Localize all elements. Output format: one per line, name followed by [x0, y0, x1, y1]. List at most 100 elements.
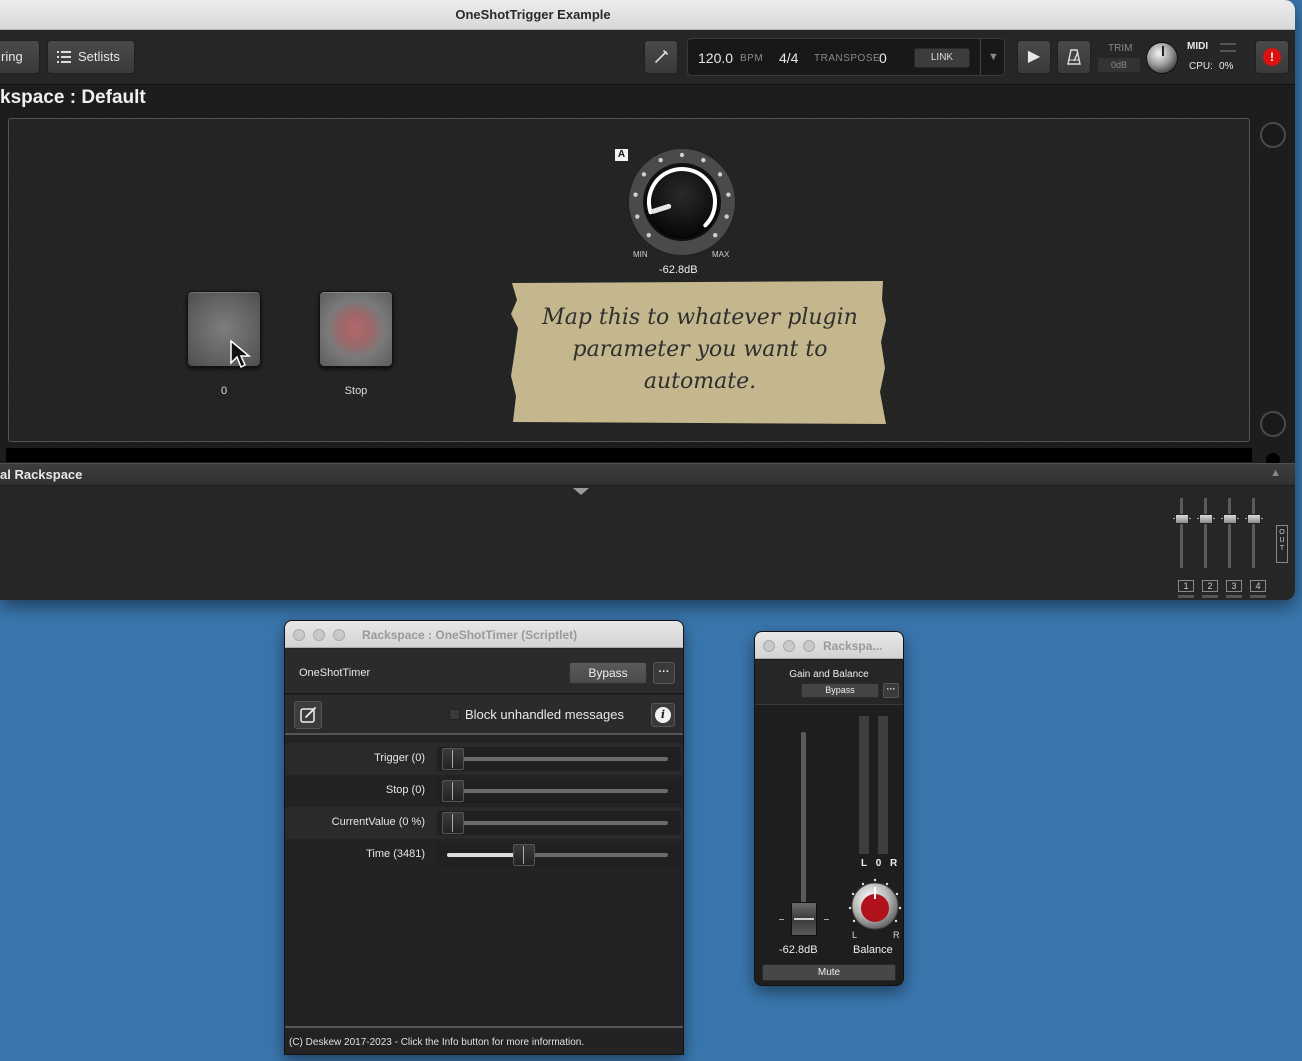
mute-button[interactable]: Mute	[762, 964, 896, 981]
edit-icon	[300, 707, 316, 723]
window-title: OneShotTrigger Example	[455, 7, 611, 22]
mouse-cursor-icon	[230, 339, 251, 369]
play-button[interactable]: ▶	[1017, 40, 1051, 74]
channel-fader[interactable]	[1196, 496, 1216, 572]
tempo-value[interactable]: 120.0	[698, 50, 733, 66]
more-options-button[interactable]: ···	[883, 683, 899, 698]
global-rackspace-bar[interactable]: al Rackspace ▲	[0, 463, 1295, 485]
scriptlet-title-bar[interactable]: Rackspace : OneShotTimer (Scriptlet)	[285, 621, 683, 648]
gain-balance-title-bar[interactable]: Rackspa...	[755, 632, 903, 659]
trim-value: 0dB	[1098, 58, 1140, 72]
slider-handle[interactable]	[513, 844, 536, 866]
note-text: Map this to whatever plugin parameter yo…	[542, 305, 858, 394]
master-volume-knob[interactable]	[1146, 42, 1178, 74]
parameter-label: Stop (0)	[385, 784, 425, 796]
scriptlet-footer: (C) Deskew 2017-2023 - Click the Info bu…	[285, 1026, 683, 1054]
wiring-button[interactable]: ring	[0, 40, 40, 74]
copyright-text: (C) Deskew 2017-2023 - Click the Info bu…	[289, 1037, 585, 1048]
chevron-up-icon[interactable]: ▲	[1270, 467, 1281, 479]
slider-handle[interactable]	[442, 812, 464, 834]
metronome-button[interactable]	[1057, 40, 1091, 74]
minimize-window-button[interactable]	[313, 629, 325, 641]
parameter-slider[interactable]	[437, 811, 681, 835]
block-unhandled-label[interactable]: Block unhandled messages	[465, 707, 624, 722]
slider-handle[interactable]	[442, 748, 464, 770]
scriptlet-window: Rackspace : OneShotTimer (Scriptlet) One…	[284, 620, 684, 1055]
parameter-slider[interactable]	[437, 779, 681, 803]
plugin-header: Gain and Balance Bypass ···	[755, 660, 903, 705]
parameter-row: Stop (0)	[285, 775, 683, 807]
more-options-button[interactable]: ···	[653, 662, 675, 684]
metronome-icon	[1067, 49, 1081, 65]
channel-fader[interactable]	[1172, 496, 1192, 572]
transpose-label: TRANSPOSE	[814, 53, 881, 64]
close-window-button[interactable]	[763, 640, 775, 652]
play-icon: ▶	[1027, 48, 1041, 65]
knob-max-label: MAX	[712, 250, 730, 259]
setlists-button-label: Setlists	[78, 49, 120, 64]
balance-knob[interactable]	[844, 875, 904, 937]
plugin-name: Gain and Balance	[789, 669, 869, 680]
level-meter-left	[859, 716, 869, 854]
level-meter-right	[878, 716, 888, 854]
toolbar: ring Setlists 120.0 BPM 4/4 TRANSPOSE 0 …	[0, 30, 1295, 85]
balance-label: Balance	[853, 944, 893, 956]
channel-fader[interactable]	[1244, 496, 1264, 572]
alert-icon: !	[1263, 48, 1281, 66]
link-button[interactable]: LINK	[914, 48, 970, 68]
tuning-fork-icon	[655, 50, 668, 63]
rack-screw-icon	[1260, 122, 1286, 148]
rack-screw-icon	[1260, 411, 1286, 437]
close-window-button[interactable]	[293, 629, 305, 641]
channel-indicator	[1250, 595, 1266, 598]
meter-lr-label: L 0 R	[861, 858, 901, 869]
stop-pad-label: Stop	[344, 385, 368, 397]
tempo-unit: BPM	[740, 53, 764, 64]
parameter-slider[interactable]	[437, 747, 681, 771]
transport-menu-button[interactable]: ▼	[980, 39, 1006, 75]
minimize-window-button[interactable]	[783, 640, 795, 652]
parameter-slider[interactable]	[437, 843, 681, 867]
global-rackspace-title: al Rackspace	[0, 467, 83, 482]
info-icon: i	[655, 707, 671, 723]
output-label: OUT	[1276, 525, 1288, 563]
transport-display: 120.0 BPM 4/4 TRANSPOSE 0 LINK ▼	[687, 38, 1005, 76]
channel-fader[interactable]	[1220, 496, 1240, 572]
gain-value: -62.8dB	[779, 944, 818, 956]
zoom-window-button[interactable]	[803, 640, 815, 652]
panic-button[interactable]: !	[1255, 40, 1289, 74]
gain-balance-window-title: Rackspa...	[823, 639, 883, 653]
edit-script-button[interactable]	[294, 701, 322, 729]
bypass-button[interactable]: Bypass	[569, 662, 647, 684]
parameter-label: Trigger (0)	[374, 752, 425, 764]
stop-pad-button[interactable]	[319, 291, 393, 367]
info-button[interactable]: i	[651, 703, 675, 727]
trim-label: TRIM	[1108, 43, 1133, 54]
fader-tick	[779, 919, 784, 920]
gain-knob[interactable]	[622, 144, 742, 258]
balance-left-label: L	[852, 930, 858, 940]
window-title-bar[interactable]: OneShotTrigger Example	[0, 0, 1295, 30]
channel-indicator	[1226, 595, 1242, 598]
rackspace-header: kspace : Default	[0, 86, 1295, 112]
gain-fader-handle[interactable]	[791, 902, 817, 936]
balance-right-label: R	[893, 930, 900, 940]
zoom-window-button[interactable]	[333, 629, 345, 641]
time-signature[interactable]: 4/4	[779, 50, 798, 66]
setlists-button[interactable]: Setlists	[47, 40, 135, 74]
midi-activity-indicator	[1220, 43, 1236, 52]
collapse-arrow-icon[interactable]	[573, 488, 589, 495]
bypass-button[interactable]: Bypass	[801, 683, 879, 698]
main-window: OneShotTrigger Example ring Setlists 120…	[0, 0, 1295, 600]
block-unhandled-checkbox[interactable]	[449, 709, 460, 720]
channel-number: 3	[1226, 580, 1242, 592]
transpose-value[interactable]: 0	[879, 50, 887, 66]
plugin-name: OneShotTimer	[299, 667, 371, 679]
parameter-row: Time (3481)	[285, 839, 683, 871]
trigger-pad-label: 0	[220, 385, 228, 397]
channel-number: 1	[1178, 580, 1194, 592]
slider-handle[interactable]	[442, 780, 464, 802]
panel-divider	[6, 448, 1252, 462]
knob-min-label: MIN	[633, 250, 648, 259]
tuner-button[interactable]	[644, 40, 678, 74]
